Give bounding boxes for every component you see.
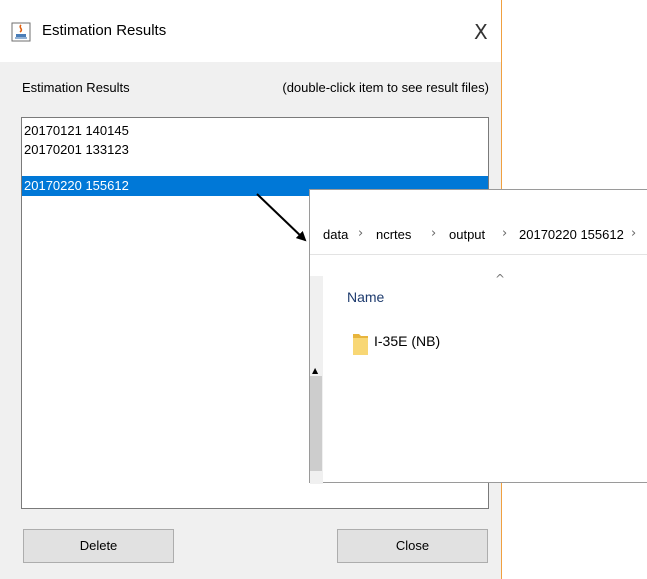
window-title: Estimation Results [42, 22, 167, 39]
explorer-toolbar [310, 190, 647, 217]
java-app-icon [11, 22, 31, 42]
address-bar[interactable]: data › ncrtes › output › 20170220 155612… [310, 216, 647, 255]
title-bar[interactable]: Estimation Results X [0, 0, 501, 62]
hint-label: (double-click item to see result files) [282, 80, 489, 95]
list-label: Estimation Results [22, 80, 130, 95]
close-window-button[interactable]: X [474, 20, 488, 44]
breadcrumb-data[interactable]: data [323, 227, 348, 242]
breadcrumb-20170220-155612[interactable]: 20170220 155612 [519, 227, 624, 242]
breadcrumb-output[interactable]: output [449, 227, 485, 242]
breadcrumb-separator: › [631, 226, 637, 241]
scrollbar-thumb[interactable] [310, 376, 322, 471]
name-column-header[interactable]: Name [347, 289, 384, 305]
list-item[interactable]: 20170121 140145 [22, 121, 488, 141]
scroll-up-arrow-icon[interactable]: ▲ [312, 366, 318, 375]
breadcrumb-separator: › [358, 226, 364, 241]
breadcrumb-ncrtes[interactable]: ncrtes [376, 227, 411, 242]
navigation-scrollbar[interactable]: ▲ [310, 276, 323, 484]
close-button[interactable]: Close [337, 529, 488, 563]
list-item[interactable]: 20170201 133123 [22, 140, 488, 160]
file-explorer-window: data › ncrtes › output › 20170220 155612… [309, 189, 647, 484]
sort-ascending-icon: ^ [495, 272, 506, 286]
breadcrumb-separator: › [502, 226, 508, 241]
delete-button[interactable]: Delete [23, 529, 174, 563]
folder-name[interactable]: I-35E (NB) [374, 333, 440, 349]
breadcrumb-separator: › [431, 226, 437, 241]
folder-icon [353, 334, 368, 355]
